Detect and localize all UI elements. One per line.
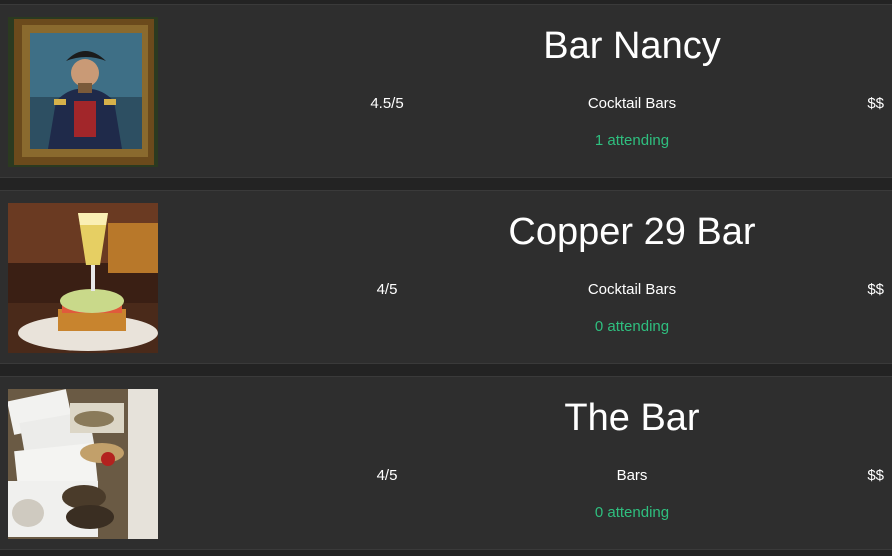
bar-price: $$ [867, 95, 884, 112]
bar-photo[interactable] [8, 389, 158, 539]
bar-category: Cocktail Bars [587, 95, 677, 112]
bar-rating: 4/5 [376, 281, 398, 298]
bar-category: Cocktail Bars [587, 281, 677, 298]
bar-card[interactable]: Bar Nancy 4.5/5 Cocktail Bars $$ 1 atten… [0, 4, 892, 178]
bar-results-list: Bar Nancy 4.5/5 Cocktail Bars $$ 1 atten… [0, 0, 892, 556]
bar-price: $$ [867, 467, 884, 484]
attending-count[interactable]: 1 attending [532, 132, 732, 150]
bar-rating: 4/5 [376, 467, 398, 484]
bar-name[interactable]: The Bar [372, 395, 892, 441]
bar-category: Bars [616, 467, 648, 484]
attending-count[interactable]: 0 attending [532, 504, 732, 522]
bar-rating: 4.5/5 [370, 95, 404, 112]
bar-photo[interactable] [8, 17, 158, 167]
bar-name[interactable]: Copper 29 Bar [372, 209, 892, 255]
bar-name[interactable]: Bar Nancy [372, 23, 892, 69]
bar-card[interactable]: Copper 29 Bar 4/5 Cocktail Bars $$ 0 att… [0, 190, 892, 364]
bar-price: $$ [867, 281, 884, 298]
attending-count[interactable]: 0 attending [532, 318, 732, 336]
bar-photo[interactable] [8, 203, 158, 353]
bar-card[interactable]: The Bar 4/5 Bars $$ 0 attending [0, 376, 892, 550]
